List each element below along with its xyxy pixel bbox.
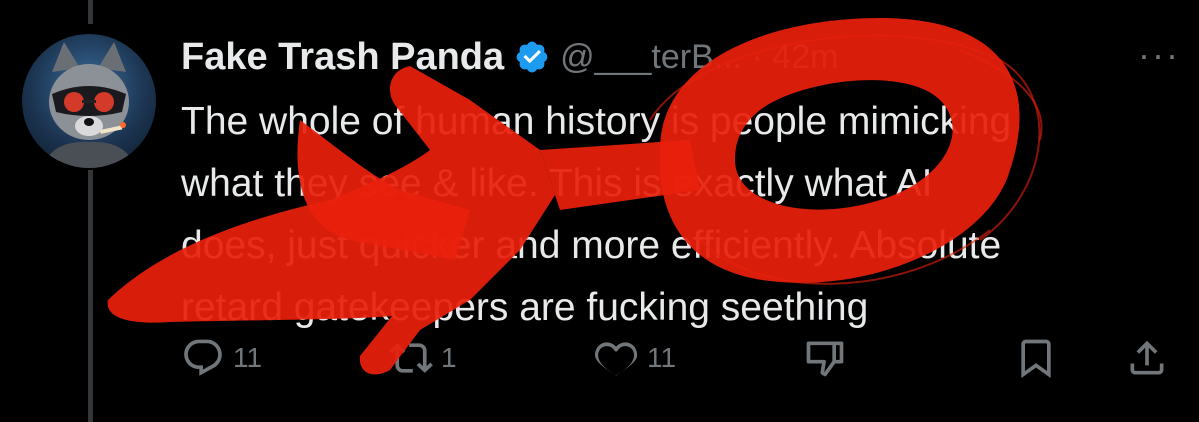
tweet-header: Fake Trash Panda @___terB... · 42m xyxy=(181,34,838,80)
reply-count: 11 xyxy=(233,342,263,373)
repost-count: 1 xyxy=(441,342,457,373)
heart-icon xyxy=(595,342,638,376)
thumbs-down-icon xyxy=(806,341,844,377)
repost-icon xyxy=(389,343,433,373)
tweet-line: The whole of human history is people mim… xyxy=(181,100,1012,143)
share-icon xyxy=(1130,340,1164,375)
tweet-text: The whole of human history is people mim… xyxy=(181,91,1161,339)
tweet-line: does, just quicker and more efficiently.… xyxy=(181,224,1002,267)
thread-line-bottom xyxy=(88,170,93,422)
raccoon-avatar-icon xyxy=(42,42,136,168)
repost-button[interactable]: 1 xyxy=(389,336,457,380)
author-name[interactable]: Fake Trash Panda xyxy=(181,36,504,79)
bookmark-button[interactable] xyxy=(1014,336,1058,380)
dislike-button[interactable] xyxy=(803,336,847,380)
reply-button[interactable]: 11 xyxy=(181,336,262,380)
like-button[interactable]: 11 xyxy=(595,336,676,380)
bookmark-icon xyxy=(1021,339,1051,379)
thread-line-top xyxy=(88,0,93,24)
like-count: 11 xyxy=(647,342,677,373)
tweet-line: retard gatekeepers are fucking seething xyxy=(181,286,869,329)
author-handle-timestamp[interactable]: @___terB... · 42m xyxy=(560,38,838,77)
tweet-line: what they see & like. This is exactly wh… xyxy=(181,162,933,205)
verified-badge-icon xyxy=(516,41,548,73)
share-button[interactable] xyxy=(1125,336,1169,380)
more-options-icon[interactable]: ··· xyxy=(1138,34,1180,76)
avatar[interactable] xyxy=(22,34,156,168)
reply-icon xyxy=(184,339,222,376)
action-bar: 11 1 11 xyxy=(181,336,1171,392)
